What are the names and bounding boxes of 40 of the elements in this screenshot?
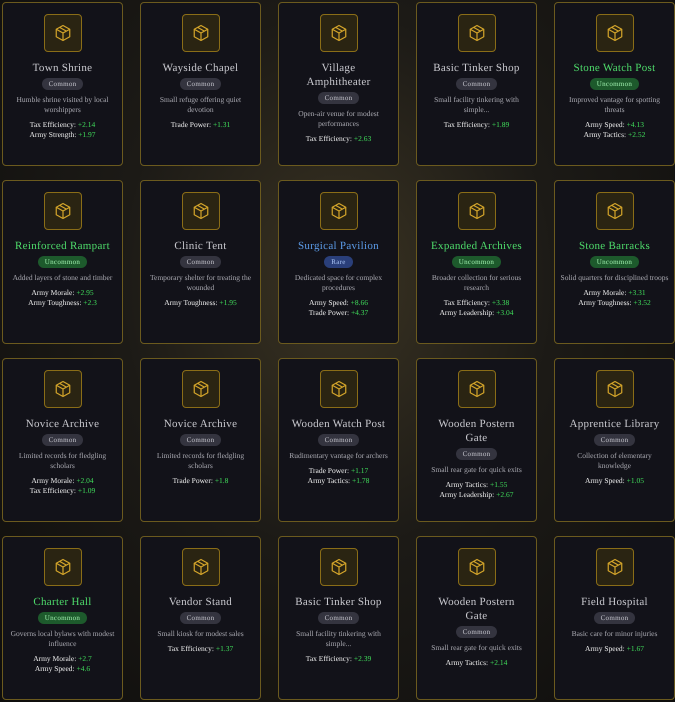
box-icon xyxy=(182,370,220,408)
box-icon xyxy=(458,370,496,408)
box-icon xyxy=(182,192,220,230)
building-name: Wayside Chapel xyxy=(162,61,238,75)
box-icon xyxy=(596,370,634,408)
building-name: Stone Watch Post xyxy=(574,61,656,75)
building-name: Village Amphitheater xyxy=(305,61,372,89)
building-name: Apprentice Library xyxy=(570,417,660,431)
box-icon xyxy=(320,370,358,408)
building-name: Stone Barracks xyxy=(578,239,650,253)
building-name: Clinic Tent xyxy=(174,239,227,253)
box-icon xyxy=(320,192,358,230)
box-icon xyxy=(44,548,82,586)
building-name: Surgical Pavilion xyxy=(298,239,379,253)
box-icon xyxy=(44,192,82,230)
building-name: Novice Archive xyxy=(26,417,100,431)
box-icon xyxy=(596,14,634,52)
box-icon xyxy=(182,14,220,52)
building-name: Charter Hall xyxy=(33,595,92,609)
building-name: Basic Tinker Shop xyxy=(433,61,520,75)
box-icon xyxy=(596,192,634,230)
box-icon xyxy=(458,548,496,586)
box-icon xyxy=(44,370,82,408)
building-name: Field Hospital xyxy=(581,595,648,609)
building-name: Expanded Archives xyxy=(431,239,522,253)
box-icon xyxy=(458,14,496,52)
box-icon xyxy=(458,192,496,230)
building-name: Wooden Postern Gate xyxy=(437,417,516,445)
building-name: Wooden Watch Post xyxy=(292,417,386,431)
building-name: Reinforced Rampart xyxy=(15,239,110,253)
building-name: Wooden Postern Gate xyxy=(437,595,516,623)
box-icon xyxy=(182,548,220,586)
building-name: Vendor Stand xyxy=(168,595,232,609)
building-name: Basic Tinker Shop xyxy=(295,595,382,609)
box-icon xyxy=(596,548,634,586)
box-icon xyxy=(320,548,358,586)
box-icon xyxy=(44,14,82,52)
box-icon xyxy=(320,14,358,52)
building-name: Town Shrine xyxy=(32,61,92,75)
building-name: Novice Archive xyxy=(164,417,238,431)
